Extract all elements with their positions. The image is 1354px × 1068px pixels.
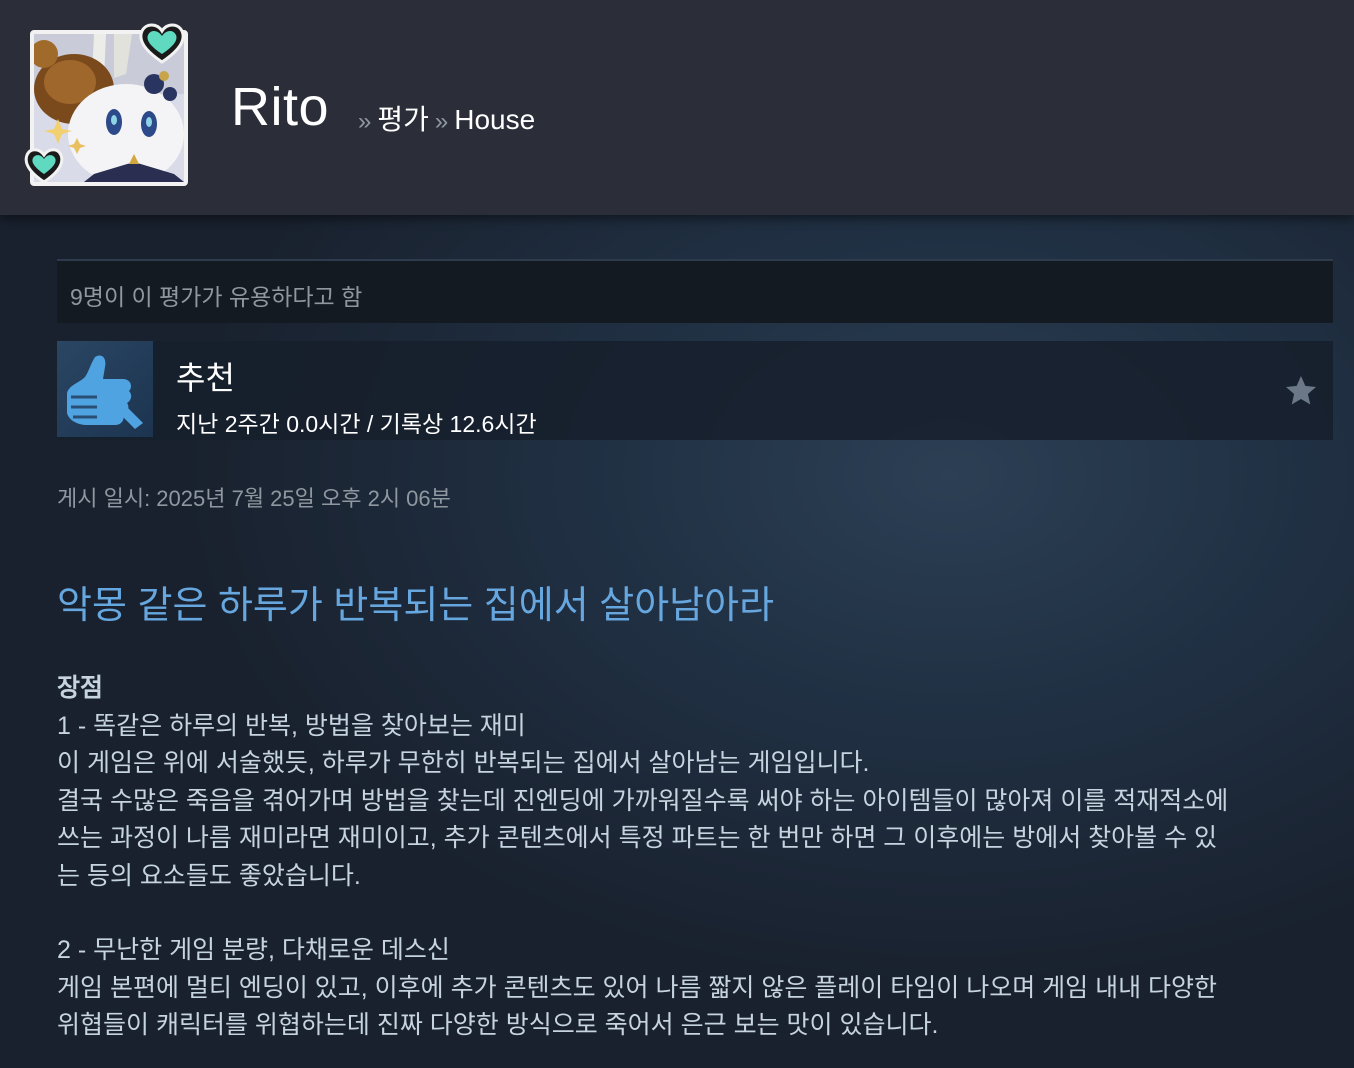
review-body: 장점 1 - 똑같은 하루의 반복, 방법을 찾아보는 재미 이 게임은 위에 … bbox=[57, 670, 1337, 1045]
playtime-hours: 지난 2주간 0.0시간 / 기록상 12.6시간 bbox=[176, 411, 537, 437]
thumbs-up-icon bbox=[67, 355, 143, 429]
point-1-line: 결국 수많은 죽음을 겪어가며 방법을 찾는데 진엔딩에 가까워질수록 써야 하… bbox=[57, 786, 1229, 815]
point-1-line: 는 등의 요소들도 좋았습니다. bbox=[57, 861, 361, 890]
heart-icon bbox=[139, 23, 185, 64]
heart-icon bbox=[24, 148, 64, 184]
recommendation-label: 추천 bbox=[176, 360, 235, 396]
point-1-title: 1 - 똑같은 하루의 반복, 방법을 찾아보는 재미 bbox=[57, 711, 526, 740]
star-icon[interactable] bbox=[1283, 373, 1319, 409]
thumbs-up-badge bbox=[57, 341, 153, 437]
point-2-line: 게임 본편에 멀티 엔딩이 있고, 이후에 추가 콘텐츠도 있어 나름 짧지 않… bbox=[57, 973, 1218, 1002]
point-1-line: 쓰는 과정이 나름 재미라면 재미이고, 추가 콘텐츠에서 특정 파트는 한 번… bbox=[57, 824, 1218, 852]
helpful-count-text: 9명이 이 평가가 유용하다고 함 bbox=[70, 284, 363, 310]
point-1-line: 이 게임은 위에 서술했듯, 하루가 무한히 반복되는 집에서 살아남는 게임입… bbox=[57, 749, 870, 777]
profile-name[interactable]: Rito bbox=[231, 76, 329, 138]
review-title: 악몽 같은 하루가 반복되는 집에서 살아남아라 bbox=[57, 585, 775, 627]
breadcrumb-separator: » bbox=[434, 108, 449, 135]
breadcrumb-separator: » bbox=[358, 108, 372, 135]
breadcrumb: » 평가» House bbox=[352, 98, 535, 138]
section-heading-pros: 장점 bbox=[57, 674, 104, 702]
posted-date: 게시 일시: 2025년 7월 25일 오후 2시 06분 bbox=[57, 486, 451, 511]
point-2-line: 위협들이 캐릭터를 위협하는데 진짜 다양한 방식으로 죽어서 은근 보는 맛이… bbox=[57, 1011, 939, 1039]
recommendation-box: 추천 지난 2주간 0.0시간 / 기록상 12.6시간 bbox=[57, 341, 1333, 440]
point-2-title: 2 - 무난한 게임 분량, 다채로운 데스신 bbox=[57, 936, 450, 964]
helpful-count-bar: 9명이 이 평가가 유용하다고 함 bbox=[57, 259, 1333, 323]
breadcrumb-reviews-link[interactable]: 평가 bbox=[377, 104, 429, 135]
breadcrumb-game-link[interactable]: House bbox=[454, 104, 535, 135]
profile-header: Rito » 평가» House bbox=[0, 0, 1354, 215]
